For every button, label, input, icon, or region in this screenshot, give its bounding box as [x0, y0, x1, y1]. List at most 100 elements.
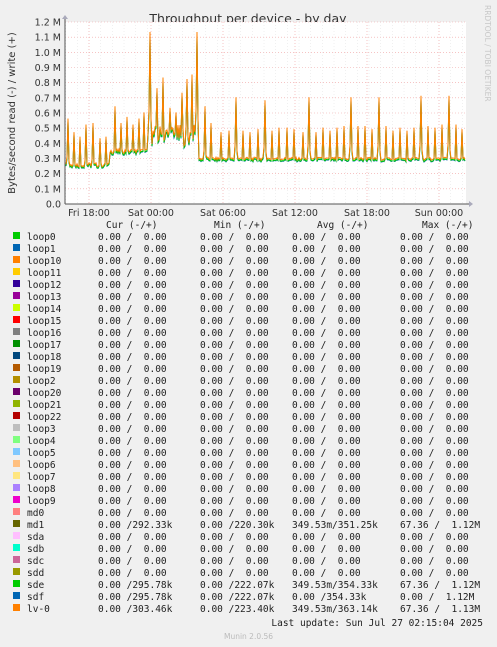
legend-min: 0.00 / 0.00 [200, 316, 269, 327]
legend-cur: 0.00 /303.46k [98, 604, 173, 615]
legend-row-loop8: loop8 0.00 / 0.00 0.00 / 0.00 0.00 / 0.00 0.… [0, 484, 497, 496]
legend-min: 0.00 / 0.00 [200, 544, 269, 555]
legend-swatch [13, 580, 20, 587]
legend-avg: 0.00 / 0.00 [292, 544, 361, 555]
legend-row-loop22: loop22 0.00 / 0.00 0.00 / 0.00 0.00 / 0.00 0… [0, 412, 497, 424]
legend-name: loop8 [27, 484, 56, 495]
legend-cur: 0.00 / 0.00 [98, 472, 167, 483]
legend-swatch [13, 604, 20, 611]
legend-min: 0.00 / 0.00 [200, 244, 269, 255]
legend-max: 0.00 / 0.00 [400, 508, 469, 519]
legend-max: 0.00 / 0.00 [400, 400, 469, 411]
legend-cur: 0.00 / 0.00 [98, 412, 167, 423]
y-tick-label: 0.9 M [35, 63, 61, 74]
y-tick-label: 0.8 M [35, 78, 61, 89]
legend-row-loop17: loop17 0.00 / 0.00 0.00 / 0.00 0.00 / 0.00 0… [0, 340, 497, 352]
legend-min: 0.00 / 0.00 [200, 340, 269, 351]
legend-table: Cur (-/+) Min (-/+) Avg (-/+) Max (-/+) … [0, 220, 497, 616]
legend-cur: 0.00 / 0.00 [98, 484, 167, 495]
legend-avg: 0.00 / 0.00 [292, 268, 361, 279]
legend-avg: 0.00 / 0.00 [292, 364, 361, 375]
legend-min: 0.00 / 0.00 [200, 472, 269, 483]
legend-swatch [13, 400, 20, 407]
legend-cur: 0.00 / 0.00 [98, 328, 167, 339]
y-tick-label: 0.4 M [35, 139, 61, 150]
legend-avg: 0.00 / 0.00 [292, 448, 361, 459]
legend-cur: 0.00 / 0.00 [98, 424, 167, 435]
legend-name: loop10 [27, 256, 62, 267]
legend-row-loop3: loop3 0.00 / 0.00 0.00 / 0.00 0.00 / 0.00 0.… [0, 424, 497, 436]
legend-name: md0 [27, 508, 45, 519]
legend-row-loop9: loop9 0.00 / 0.00 0.00 / 0.00 0.00 / 0.00 0.… [0, 496, 497, 508]
legend-avg: 0.00 / 0.00 [292, 304, 361, 315]
legend-name: loop0 [27, 232, 56, 243]
legend-swatch [13, 520, 20, 527]
legend-row-loop6: loop6 0.00 / 0.00 0.00 / 0.00 0.00 / 0.00 0.… [0, 460, 497, 472]
legend-row-sda: sda 0.00 / 0.00 0.00 / 0.00 0.00 / 0.00 0.00… [0, 532, 497, 544]
legend-max: 0.00 / 0.00 [400, 436, 469, 447]
legend-avg: 0.00 / 0.00 [292, 556, 361, 567]
legend-row-loop14: loop14 0.00 / 0.00 0.00 / 0.00 0.00 / 0.00 0… [0, 304, 497, 316]
legend-avg: 0.00 / 0.00 [292, 352, 361, 363]
legend-row-loop1: loop1 0.00 / 0.00 0.00 / 0.00 0.00 / 0.00 0.… [0, 244, 497, 256]
x-axis-arrow [469, 201, 473, 207]
legend-row-sde: sde 0.00 /295.78k 0.00 /222.07k 349.53m/354… [0, 580, 497, 592]
legend-cur: 0.00 / 0.00 [98, 556, 167, 567]
x-tick-label: Sun 00:00 [415, 208, 463, 219]
legend-swatch [13, 496, 20, 503]
y-tick-label: 0.0 [46, 200, 61, 211]
legend-name: loop18 [27, 352, 62, 363]
legend-name: loop14 [27, 304, 62, 315]
legend-avg: 0.00 / 0.00 [292, 496, 361, 507]
legend-min: 0.00 / 0.00 [200, 304, 269, 315]
x-tick-label: Sat 00:00 [128, 208, 174, 219]
legend-avg: 0.00 /354.33k [292, 592, 367, 603]
x-tick-label: Fri 18:00 [68, 208, 110, 219]
legend-swatch [13, 448, 20, 455]
legend-avg: 0.00 / 0.00 [292, 292, 361, 303]
legend-min: 0.00 / 0.00 [200, 508, 269, 519]
legend-avg: 0.00 / 0.00 [292, 532, 361, 543]
header-cur: Cur (-/+) [106, 220, 158, 231]
legend-cur: 0.00 / 0.00 [98, 544, 167, 555]
legend-avg: 0.00 / 0.00 [292, 400, 361, 411]
legend-min: 0.00 / 0.00 [200, 412, 269, 423]
legend-row-loop13: loop13 0.00 / 0.00 0.00 / 0.00 0.00 / 0.00 0… [0, 292, 497, 304]
y-axis-arrow [62, 15, 68, 19]
legend-swatch [13, 280, 20, 287]
legend-name: md1 [27, 520, 45, 531]
legend-row-loop21: loop21 0.00 / 0.00 0.00 / 0.00 0.00 / 0.00 0… [0, 400, 497, 412]
y-tick-label: 0.5 M [35, 124, 61, 135]
legend-min: 0.00 / 0.00 [200, 292, 269, 303]
legend-max: 0.00 / 0.00 [400, 376, 469, 387]
legend-avg: 0.00 / 0.00 [292, 568, 361, 579]
legend-swatch [13, 508, 20, 515]
legend-cur: 0.00 / 0.00 [98, 232, 167, 243]
legend-min: 0.00 / 0.00 [200, 448, 269, 459]
x-tick-label: Sat 18:00 [344, 208, 390, 219]
legend-name: loop17 [27, 340, 62, 351]
legend-max: 67.36 / 1.12M [400, 520, 481, 531]
legend-max: 0.00 / 0.00 [400, 472, 469, 483]
legend-avg: 0.00 / 0.00 [292, 424, 361, 435]
legend-cur: 0.00 /295.78k [98, 580, 173, 591]
x-tick-label: Sat 06:00 [200, 208, 246, 219]
legend-swatch [13, 256, 20, 263]
legend-cur: 0.00 / 0.00 [98, 448, 167, 459]
header-min: Min (-/+) [214, 220, 266, 231]
legend-min: 0.00 / 0.00 [200, 532, 269, 543]
legend-max: 0.00 / 0.00 [400, 280, 469, 291]
legend-name: sdc [27, 556, 45, 567]
legend-max: 0.00 / 0.00 [400, 268, 469, 279]
legend-max: 0.00 / 0.00 [400, 244, 469, 255]
legend-max: 67.36 / 1.12M [400, 580, 481, 591]
legend-max: 0.00 / 0.00 [400, 352, 469, 363]
legend-row-sdb: sdb 0.00 / 0.00 0.00 / 0.00 0.00 / 0.00 0.00… [0, 544, 497, 556]
legend-max: 0.00 / 0.00 [400, 460, 469, 471]
y-tick-label: 0.1 M [35, 184, 61, 195]
legend-max: 0.00 / 0.00 [400, 484, 469, 495]
legend-avg: 0.00 / 0.00 [292, 436, 361, 447]
legend-cur: 0.00 / 0.00 [98, 376, 167, 387]
legend-rows: loop0 0.00 / 0.00 0.00 / 0.00 0.00 / 0.00 0.… [0, 232, 497, 616]
legend-min: 0.00 /223.40k [200, 604, 275, 615]
